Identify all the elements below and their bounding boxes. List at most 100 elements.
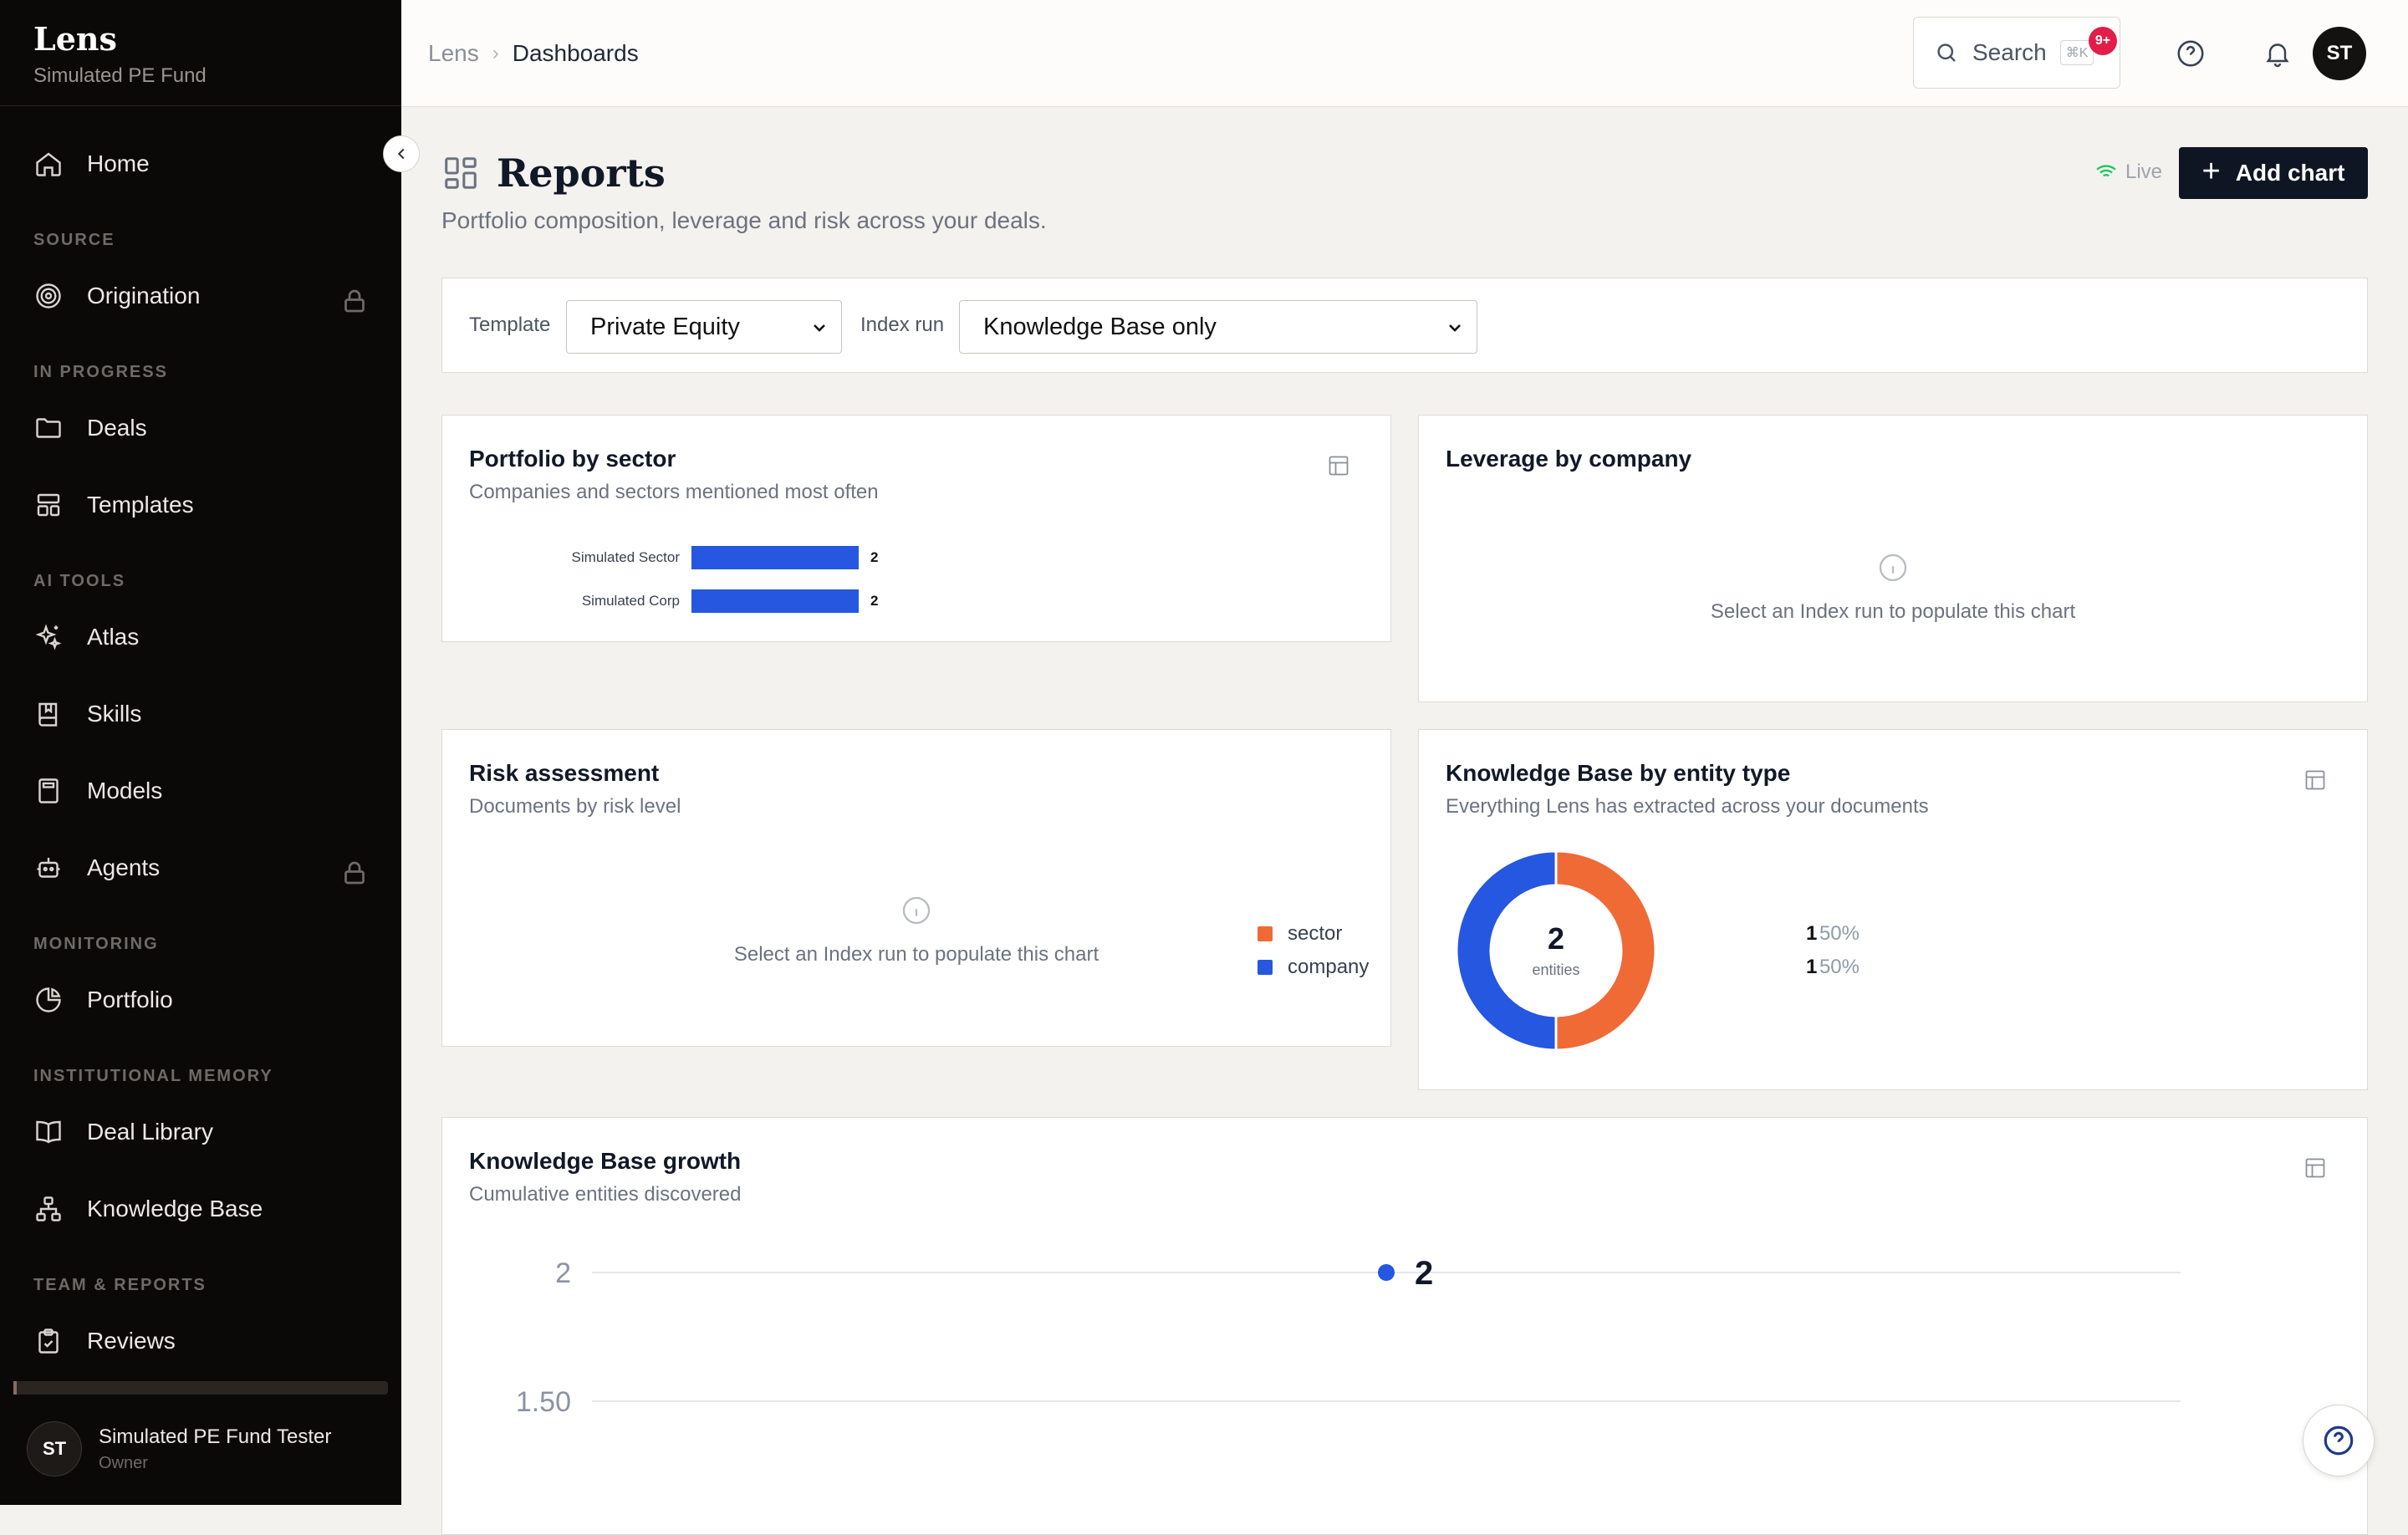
sidebar-item-label: Agents — [87, 854, 161, 880]
user-menu[interactable]: ST Simulated PE Fund Tester Owner — [27, 1421, 331, 1476]
filter-bar: Template Private Equity Index run Knowle… — [441, 278, 2368, 373]
sidebar-item-label: Skills — [87, 701, 142, 727]
brand[interactable]: Lens Simulated PE Fund — [33, 20, 207, 88]
legend-percent: 50% — [1819, 956, 1860, 978]
sidebar-item-label: Templates — [87, 492, 194, 518]
sparkles-icon — [35, 624, 62, 650]
section-label-source: SOURCE — [33, 231, 115, 249]
book-bookmark-icon — [38, 702, 58, 727]
section-label-in-progress: IN PROGRESS — [33, 363, 168, 381]
scrollbar-thumb[interactable] — [13, 1381, 17, 1395]
target-icon — [36, 283, 61, 309]
sidebar-item-label: Models — [87, 778, 163, 803]
legend-count: 1 — [1806, 956, 1818, 978]
wifi-icon — [2096, 165, 2116, 181]
user-avatar-button[interactable]: ST — [2313, 27, 2366, 80]
sidebar: Lens Simulated PE Fund Home SOURCE Origi… — [0, 0, 401, 1505]
legend-count: 1 — [1806, 922, 1818, 945]
legend-row-company: company 1 50% — [1258, 954, 1860, 981]
bell-icon — [2266, 43, 2289, 68]
layout-icon — [37, 493, 60, 517]
sidebar-scrollbar[interactable] — [13, 1381, 388, 1395]
card-title: Leverage by company — [1446, 446, 1692, 472]
page-header: Reports — [441, 150, 666, 196]
legend-percent: 50% — [1819, 922, 1860, 945]
notifications-button[interactable] — [2258, 33, 2298, 74]
pie-chart-icon — [36, 987, 61, 1012]
info-icon — [1879, 553, 1907, 582]
fund-name: Simulated PE Fund — [33, 64, 207, 87]
bar[interactable] — [691, 589, 859, 613]
template-select[interactable]: Private Equity — [566, 300, 842, 354]
breadcrumb-lens[interactable]: Lens — [428, 40, 479, 67]
breadcrumb-dashboards: Dashboards — [512, 40, 639, 66]
card-subtitle: Cumulative entities discovered — [469, 1183, 742, 1206]
bar-value-label: 2 — [870, 549, 879, 565]
sidebar-item-models[interactable]: Models — [33, 768, 376, 814]
sidebar-item-label: Knowledge Base — [87, 1196, 263, 1221]
plus-icon: + — [2201, 153, 2221, 189]
sidebar-item-knowledge-base[interactable]: Knowledge Base — [33, 1186, 376, 1232]
add-chart-button[interactable]: + Add chart — [2179, 147, 2368, 199]
table-view-icon[interactable] — [2303, 768, 2327, 792]
empty-state: Select an Index run to populate this cha… — [1419, 551, 2367, 624]
sidebar-item-label: Reviews — [87, 1328, 176, 1354]
home-icon — [36, 152, 61, 176]
template-label: Template — [469, 314, 551, 336]
legend-label: sector — [1288, 922, 1343, 945]
sidebar-item-origination[interactable]: Origination — [33, 273, 376, 319]
help-button[interactable] — [2171, 33, 2211, 74]
sidebar-item-label: Atlas — [87, 624, 140, 650]
sidebar-item-agents[interactable]: Agents — [33, 844, 376, 891]
network-icon — [36, 1196, 61, 1221]
sidebar-item-deals[interactable]: Deals — [33, 405, 376, 451]
table-view-icon[interactable] — [1327, 454, 1350, 477]
open-book-icon — [36, 1120, 61, 1144]
folder-icon — [36, 418, 61, 438]
empty-state: Select an Index run to populate this cha… — [442, 894, 1390, 966]
calculator-icon — [38, 778, 59, 803]
clipboard-check-icon — [38, 1328, 59, 1354]
chevron-left-icon — [397, 148, 405, 160]
sidebar-item-templates[interactable]: Templates — [33, 482, 376, 528]
sidebar-item-deal-library[interactable]: Deal Library — [33, 1109, 376, 1155]
sidebar-item-skills[interactable]: Skills — [33, 691, 376, 737]
y-tick-label: 2 — [555, 1257, 571, 1289]
bar-label: Simulated Corp — [581, 593, 680, 609]
page-subtitle: Portfolio composition, leverage and risk… — [441, 207, 1047, 233]
search-button[interactable]: Search ⌘K — [1913, 17, 2120, 89]
brand-name: Lens — [33, 20, 117, 58]
collapse-sidebar-button[interactable] — [383, 135, 420, 172]
y-tick-label: 1.50 — [516, 1386, 571, 1418]
index-run-select[interactable]: Knowledge Base only — [959, 300, 1477, 354]
legend-row-sector: sector 1 50% — [1258, 920, 1860, 947]
legend-swatch — [1258, 960, 1273, 975]
user-avatar: ST — [27, 1421, 82, 1476]
help-floating-button[interactable] — [2303, 1405, 2375, 1476]
chevron-down-icon — [1449, 324, 1461, 332]
card-subtitle: Documents by risk level — [469, 795, 681, 818]
sidebar-item-label: Portfolio — [87, 987, 173, 1012]
sidebar-item-reviews[interactable]: Reviews — [33, 1318, 376, 1364]
help-circle-icon — [2177, 40, 2204, 67]
lock-icon — [344, 289, 365, 313]
section-label-team-reports: TEAM & REPORTS — [33, 1276, 207, 1294]
search-icon — [1937, 43, 1956, 62]
section-label-ai-tools: AI TOOLS — [33, 572, 126, 590]
card-title: Knowledge Base growth — [469, 1148, 742, 1174]
sidebar-item-label: Origination — [87, 283, 201, 309]
data-point[interactable] — [1378, 1264, 1395, 1281]
bar-value-label: 2 — [870, 593, 879, 609]
sidebar-item-home[interactable]: Home — [33, 140, 376, 187]
add-chart-label: Add chart — [2235, 160, 2345, 186]
lock-icon — [344, 861, 365, 885]
card-risk-assessment: Risk assessment Documents by risk level … — [441, 729, 1391, 1047]
card-title: Knowledge Base by entity type — [1446, 760, 1791, 786]
index-run-label: Index run — [860, 314, 945, 336]
sidebar-item-portfolio[interactable]: Portfolio — [33, 977, 376, 1023]
table-view-icon[interactable] — [2303, 1156, 2327, 1180]
dashboard-icon — [445, 157, 477, 189]
sidebar-item-atlas[interactable]: Atlas — [33, 614, 376, 660]
chevron-down-icon — [814, 324, 825, 332]
bar[interactable] — [691, 546, 859, 569]
